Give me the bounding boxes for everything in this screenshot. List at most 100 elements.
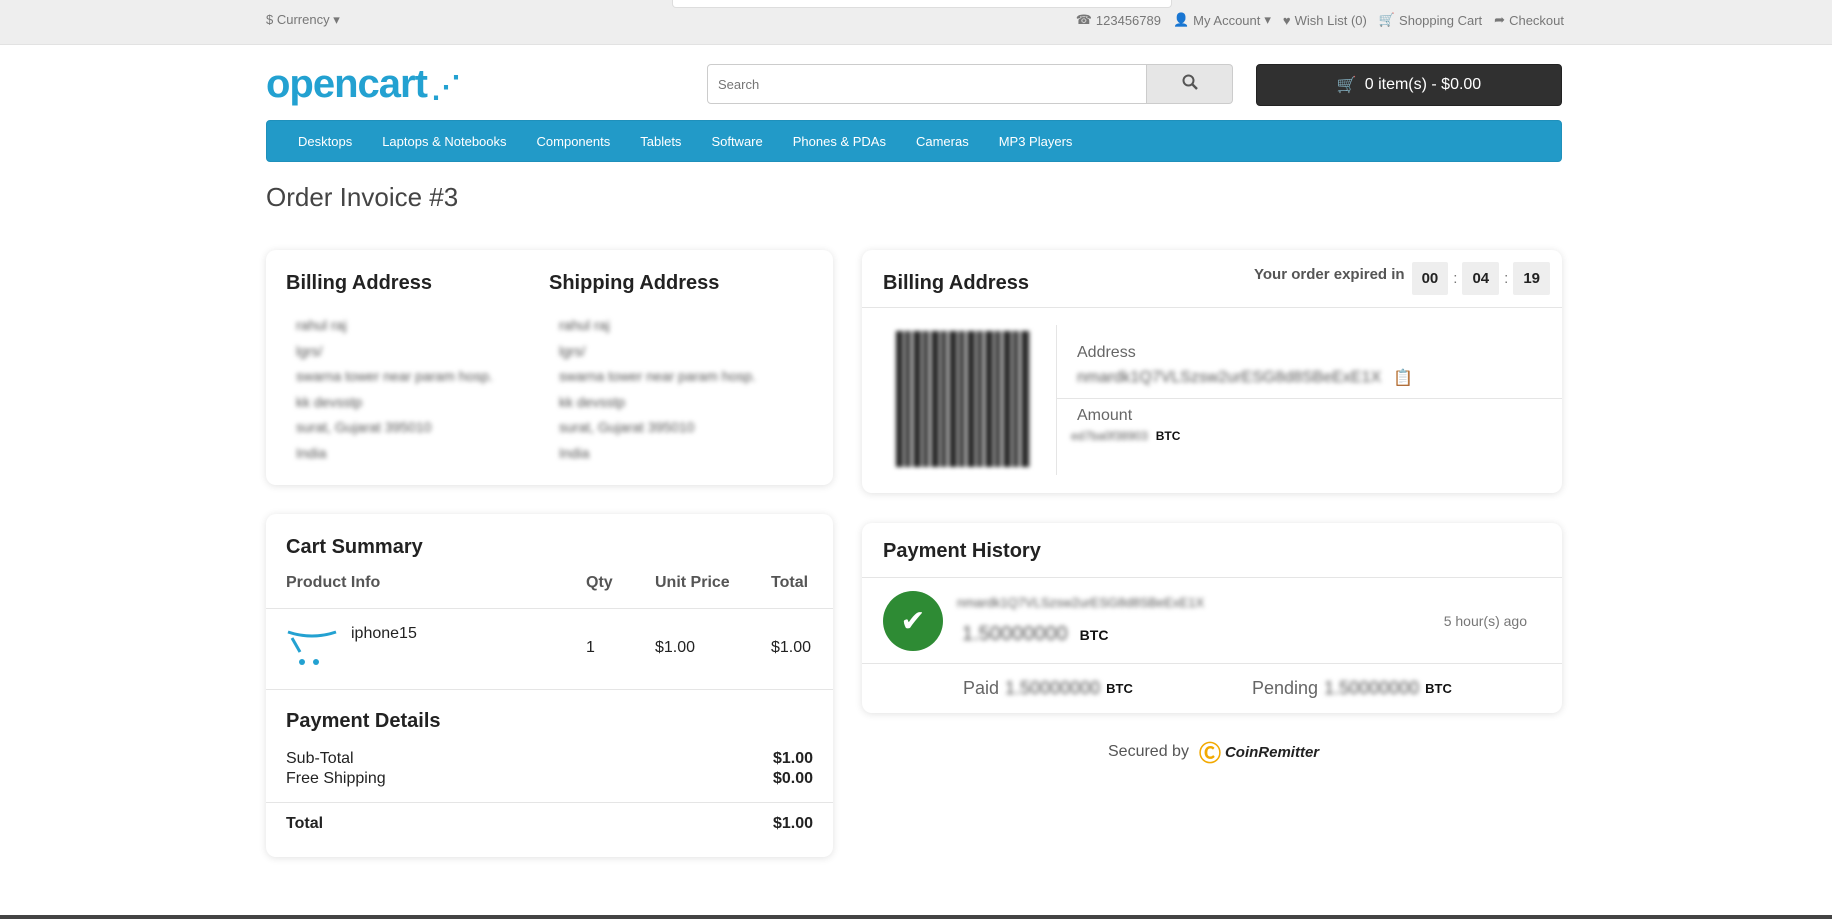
paid-summary: Paid 1.50000000 BTC <box>963 678 1133 699</box>
transaction-id[interactable]: nmardk1Q7VLSzsw2urESG8d8SBeExE1X <box>957 595 1204 610</box>
logo-cart-icon: ⋰ <box>430 71 461 104</box>
address-line: surat, Gujarat 395010 <box>559 419 695 435</box>
product-unit-price: $1.00 <box>655 639 696 656</box>
table-divider <box>266 689 833 690</box>
secured-by-label: Secured by <box>1108 743 1189 760</box>
pending-summary: Pending 1.50000000 BTC <box>1252 678 1452 699</box>
timer-label: Your order expired in <box>1254 266 1405 283</box>
search-input[interactable] <box>707 64 1147 104</box>
phone-icon: ☎ <box>1075 12 1092 27</box>
nav-item-cameras[interactable]: Cameras <box>916 134 969 149</box>
totals-divider <box>266 802 833 803</box>
billing-address-lines: rahul raj lgrs/ swarna tower near param … <box>286 313 493 466</box>
timer-separator: : <box>1504 270 1509 287</box>
amount-value: ed7ba0f38903 <box>1071 429 1148 443</box>
total-label: Total <box>286 815 324 832</box>
heart-icon: ♥ <box>1282 12 1291 28</box>
page-title: Order Invoice #3 <box>266 182 459 212</box>
nav-item-laptops[interactable]: Laptops & Notebooks <box>382 134 506 149</box>
header-qty: Qty <box>586 574 613 591</box>
card-divider <box>862 307 1562 308</box>
top-links: ☎ 123456789 👤 My Account ▾ ♥ Wish List (… <box>1076 12 1564 28</box>
search-icon <box>1182 74 1198 95</box>
checkout-label: Checkout <box>1509 12 1564 28</box>
currency-label: $ Currency <box>266 12 330 27</box>
top-bar: $ Currency ▾ ☎ 123456789 👤 My Account ▾ … <box>0 0 1832 45</box>
amount-label: Amount <box>1077 407 1133 424</box>
pending-label: Pending <box>1252 678 1319 698</box>
cart-icon: 🛒 <box>1378 12 1396 27</box>
my-account-label: My Account <box>1193 12 1261 28</box>
header: opencart⋰ 🛒 0 item(s) - $0.00 <box>266 62 1564 110</box>
search-bar <box>707 64 1233 104</box>
shipping-label: Free Shipping <box>286 770 386 787</box>
paid-value: 1.50000000 <box>1005 678 1101 698</box>
my-account-dropdown[interactable]: 👤 My Account ▾ <box>1173 12 1271 28</box>
opencart-logo[interactable]: opencart ⋰ <box>266 62 461 107</box>
caret-down-icon: ▾ <box>333 12 340 27</box>
timer-separator: : <box>1453 270 1458 287</box>
cart-summary-card: Cart Summary Product Info Qty Unit Price… <box>266 514 833 857</box>
search-button[interactable] <box>1147 64 1233 104</box>
shopping-cart-label: Shopping Cart <box>1399 12 1483 28</box>
cart-button-label: 0 item(s) - $0.00 <box>1364 76 1482 93</box>
address-line: lgrs/ <box>559 342 586 359</box>
table-divider <box>266 608 833 609</box>
nav-item-phones[interactable]: Phones & PDAs <box>793 134 886 149</box>
amount-unit: BTC <box>1155 429 1181 443</box>
timer-hours: 00 <box>1411 262 1449 295</box>
address-line: India <box>296 444 327 461</box>
phone-link[interactable]: ☎ 123456789 <box>1076 12 1161 28</box>
clipboard-icon[interactable]: 📋 <box>1393 368 1413 388</box>
address-label: Address <box>1077 344 1136 361</box>
coinremitter-brand: CoinRemitter <box>1224 743 1320 761</box>
address-line: rahul raj <box>296 317 347 333</box>
logo-text: opencart <box>266 62 428 106</box>
popup-edge <box>672 0 1172 8</box>
vertical-divider <box>1056 325 1057 475</box>
expiry-timer: Your order expired in 00 : 04 : 19 <box>1254 262 1550 295</box>
success-check-icon: ✔ <box>883 591 943 651</box>
paid-unit: BTC <box>1106 681 1133 696</box>
product-thumbnail[interactable] <box>286 626 338 668</box>
transaction-amount-unit: BTC <box>1079 626 1109 643</box>
phone-number: 123456789 <box>1095 12 1161 28</box>
coinremitter-logo[interactable]: Ⓒ CoinRemitter <box>1199 736 1319 768</box>
billing-address-title: Billing Address <box>286 272 432 294</box>
payment-card-title: Billing Address <box>883 272 1029 294</box>
amount-block: Amount ed7ba0f38903 BTC <box>1071 407 1181 443</box>
wish-list-label: Wish List (0) <box>1294 12 1367 28</box>
nav-item-tablets[interactable]: Tablets <box>640 134 681 149</box>
timer-minutes: 04 <box>1462 262 1500 295</box>
nav-item-desktops[interactable]: Desktops <box>298 134 352 149</box>
nav-item-software[interactable]: Software <box>711 134 762 149</box>
transaction-amount-value: 1.50000000 <box>962 623 1068 645</box>
header-unit-price: Unit Price <box>655 574 730 591</box>
paid-label: Paid <box>963 678 1000 698</box>
nav-item-components[interactable]: Components <box>537 134 611 149</box>
secured-by: Secured by Ⓒ CoinRemitter <box>1108 736 1319 768</box>
shipping-address-lines: rahul raj lgrs/ swarna tower near param … <box>549 313 756 466</box>
nav-item-mp3[interactable]: MP3 Players <box>999 134 1073 149</box>
product-total: $1.00 <box>771 639 812 656</box>
product-name[interactable]: iphone15 <box>351 625 417 643</box>
user-icon: 👤 <box>1172 12 1190 27</box>
cart-summary-title: Cart Summary <box>286 536 423 558</box>
footer-edge <box>0 915 1832 919</box>
share-icon: ➦ <box>1494 12 1506 27</box>
shipping-value: $0.00 <box>772 770 813 787</box>
shopping-cart-link[interactable]: 🛒 Shopping Cart <box>1379 12 1482 28</box>
main-nav: Desktops Laptops & Notebooks Components … <box>266 120 1562 162</box>
header-product-info: Product Info <box>286 574 381 591</box>
address-card: Billing Address rahul raj lgrs/ swarna t… <box>266 250 833 485</box>
wish-list-link[interactable]: ♥ Wish List (0) <box>1283 12 1367 28</box>
currency-dropdown[interactable]: $ Currency ▾ <box>266 12 340 28</box>
total-value: $1.00 <box>772 815 813 832</box>
card-divider <box>1056 398 1562 399</box>
pending-unit: BTC <box>1425 681 1452 696</box>
transaction-amount: 1.50000000 BTC <box>962 623 1108 646</box>
checkout-link[interactable]: ➦ Checkout <box>1494 12 1564 28</box>
cart-button[interactable]: 🛒 0 item(s) - $0.00 <box>1256 64 1562 106</box>
cart-icon: 🛒 <box>1336 77 1357 94</box>
product-qty: 1 <box>586 639 595 656</box>
